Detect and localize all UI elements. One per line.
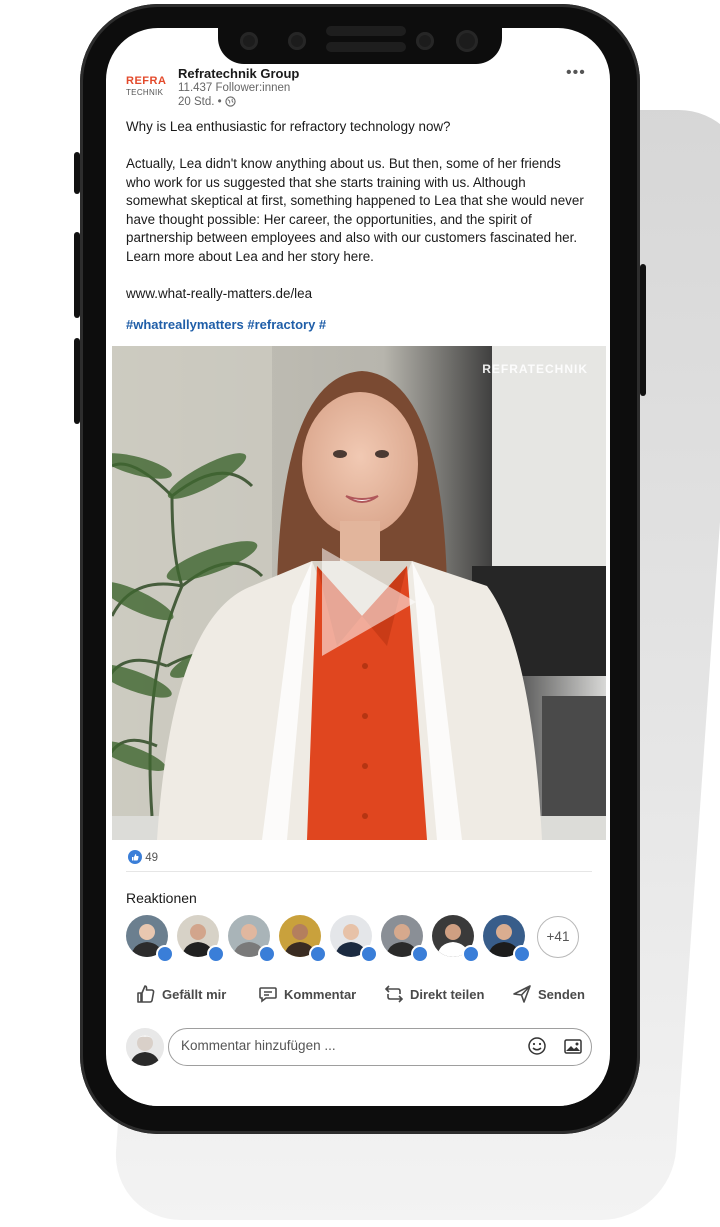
- video-player[interactable]: REFRATECHNIK: [112, 346, 606, 840]
- like-badge-icon: [156, 945, 174, 963]
- share-label: Direkt teilen: [410, 986, 485, 1002]
- send-button[interactable]: Senden: [512, 984, 585, 1004]
- send-icon: [513, 985, 531, 1003]
- like-label: Gefällt mir: [162, 986, 227, 1002]
- post-text: Why is Lea enthusiastic for refractory t…: [126, 118, 586, 303]
- logo-line1: REFRA: [126, 75, 167, 87]
- screen-bottom: [106, 1078, 610, 1106]
- comment-icon: [259, 987, 277, 1003]
- video-watermark: REFRATECHNIK: [482, 362, 588, 376]
- like-button[interactable]: Gefällt mir: [136, 984, 226, 1004]
- like-badge-icon: [309, 945, 327, 963]
- more-options-icon[interactable]: •••: [566, 64, 586, 82]
- comment-composer: [126, 1028, 596, 1068]
- comment-input-wrapper: [168, 1028, 592, 1066]
- mute-switch: [74, 152, 80, 194]
- like-badge-icon: [411, 945, 429, 963]
- company-name[interactable]: Refratechnik Group: [178, 66, 299, 81]
- comment-button[interactable]: Kommentar: [258, 984, 356, 1004]
- reactions-divider: [126, 871, 592, 872]
- post-question: Why is Lea enthusiastic for refractory t…: [126, 119, 451, 134]
- comment-input[interactable]: [179, 1037, 513, 1054]
- volume-up-button: [74, 232, 80, 318]
- camera-icon: [240, 32, 258, 50]
- proximity-sensor-icon: [416, 32, 434, 50]
- like-badge-icon: [513, 945, 531, 963]
- reaction-count-value: 49: [145, 852, 158, 864]
- speaker-grille-lower: [326, 42, 406, 52]
- follower-count: 11.437 Follower:innen: [178, 82, 291, 94]
- play-icon[interactable]: [308, 544, 428, 664]
- logo-line2: TECHNIK: [126, 88, 164, 97]
- globe-icon: [225, 96, 236, 107]
- reaction-avatars: +41: [126, 915, 596, 963]
- more-reactions-button[interactable]: +41: [537, 916, 579, 958]
- post-time: 20 Std. •: [178, 96, 236, 108]
- like-badge-icon: [462, 945, 480, 963]
- volume-down-button: [74, 338, 80, 424]
- reaction-count[interactable]: 49: [128, 850, 158, 864]
- company-logo[interactable]: REFRA TECHNIK: [126, 75, 168, 111]
- like-badge-icon: [258, 945, 276, 963]
- image-icon[interactable]: [563, 1036, 583, 1056]
- send-label: Senden: [538, 986, 585, 1002]
- power-button: [640, 264, 646, 396]
- speaker-grille: [326, 26, 406, 36]
- phone-notch: [218, 18, 502, 64]
- front-camera-icon: [456, 30, 478, 52]
- repost-icon: [384, 985, 404, 1003]
- user-avatar[interactable]: [126, 1028, 164, 1066]
- thumbs-up-icon: [137, 985, 155, 1003]
- like-reaction-icon: [128, 850, 142, 864]
- emoji-icon[interactable]: [527, 1036, 547, 1056]
- comment-label: Kommentar: [284, 986, 357, 1002]
- like-badge-icon: [360, 945, 378, 963]
- post-hashtags[interactable]: #whatreallymatters #refractory #: [126, 317, 326, 332]
- like-badge-icon: [207, 945, 225, 963]
- share-button[interactable]: Direkt teilen: [384, 984, 484, 1004]
- phone-screen: REFRA TECHNIK Refratechnik Group 11.437 …: [106, 28, 610, 1106]
- reactions-title: Reaktionen: [126, 890, 197, 906]
- sensor-icon: [288, 32, 306, 50]
- post-link[interactable]: www.what-really-matters.de/lea: [126, 285, 586, 304]
- post-body: Actually, Lea didn't know anything about…: [126, 156, 584, 264]
- post-actions: Gefällt mir Kommentar Direkt teilen Send…: [126, 984, 596, 1008]
- user-avatar-image: [126, 1028, 164, 1066]
- post-time-text: 20 Std. •: [178, 96, 222, 108]
